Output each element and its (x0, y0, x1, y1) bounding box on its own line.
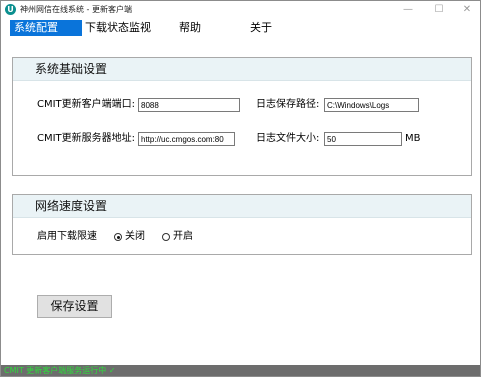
save-settings-button[interactable]: 保存设置 (37, 295, 112, 318)
menu-about[interactable]: 关于 (250, 20, 272, 36)
close-button[interactable]: ✕ (453, 1, 480, 18)
log-size-unit: MB (405, 133, 421, 144)
app-logo-icon: U (5, 4, 16, 15)
client-port-field[interactable]: 8088 (138, 98, 240, 112)
status-bar: CMIT 更新客户端服务运行中 ✓ (1, 365, 480, 376)
menu-system-config[interactable]: 系统配置 (10, 20, 82, 36)
network-settings-group: 网络速度设置 启用下载限速 关闭 开启 (12, 194, 472, 255)
window-title: 神州网信在线系统 - 更新客户端 (20, 5, 132, 14)
limit-off-radio[interactable] (114, 233, 122, 241)
basic-settings-title: 系统基础设置 (13, 58, 471, 81)
log-path-label: 日志保存路径: (256, 99, 320, 110)
limit-on-radio[interactable] (162, 233, 170, 241)
menu-download-monitor[interactable]: 下载状态监视 (85, 20, 151, 36)
menu-help[interactable]: 帮助 (179, 20, 201, 36)
log-path-field[interactable]: C:\Windows\Logs (324, 98, 419, 112)
network-settings-title: 网络速度设置 (13, 195, 471, 218)
download-limit-label: 启用下载限速 (37, 231, 97, 242)
menu-bar: 系统配置 下载状态监视 帮助 关于 (1, 20, 480, 38)
basic-settings-group: 系统基础设置 CMIT更新客户端端口: 8088 日志保存路径: C:\Wind… (12, 57, 472, 176)
log-size-label: 日志文件大小: (256, 133, 320, 144)
app-window: U 神州网信在线系统 - 更新客户端 — ☐ ✕ 系统配置 下载状态监视 帮助 … (0, 0, 481, 377)
maximize-button[interactable]: ☐ (425, 1, 453, 18)
limit-off-label[interactable]: 关闭 (125, 230, 145, 244)
limit-on-label[interactable]: 开启 (173, 230, 193, 244)
server-address-field[interactable]: http://uc.cmgos.com:80 (138, 132, 235, 146)
service-status-text: CMIT 更新客户端服务运行中 ✓ (4, 366, 116, 375)
minimize-button[interactable]: — (394, 1, 422, 18)
title-bar[interactable]: U 神州网信在线系统 - 更新客户端 — ☐ ✕ (1, 1, 480, 18)
client-port-label: CMIT更新客户端端口: (37, 99, 136, 110)
log-size-field[interactable]: 50 (324, 132, 402, 146)
server-address-label: CMIT更新服务器地址: (37, 133, 136, 144)
